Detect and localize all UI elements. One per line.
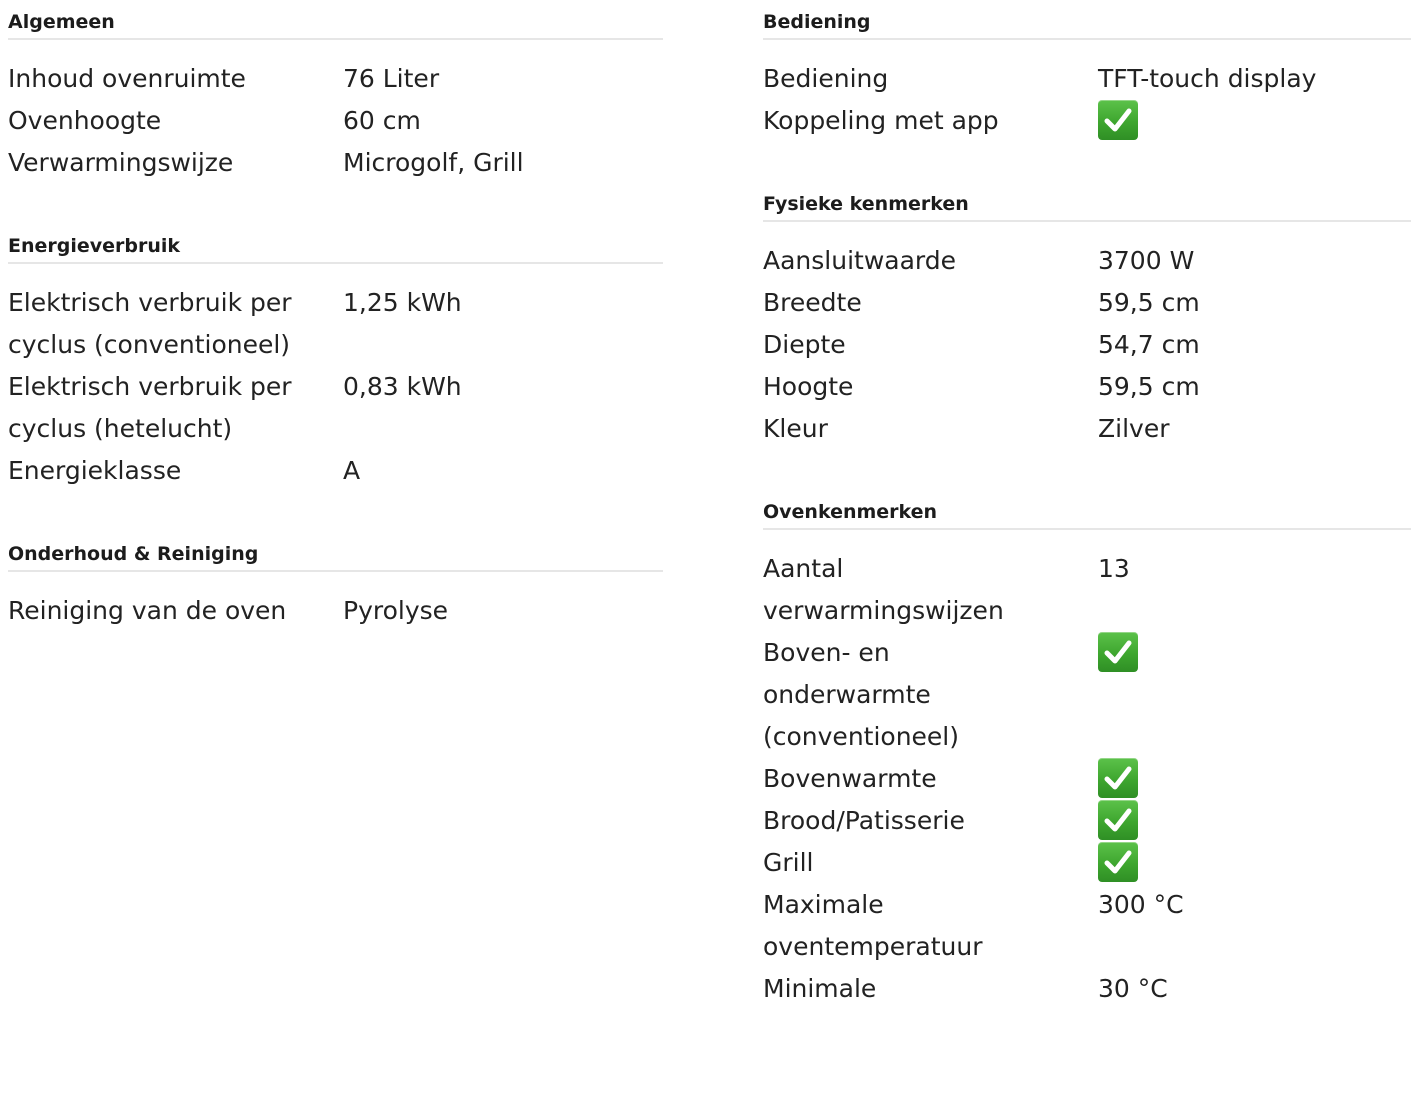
section-title: Algemeen <box>8 10 663 40</box>
spec-label: Diepte <box>763 330 846 359</box>
spec-label: Ovenhoogte <box>8 106 162 135</box>
spec-value <box>1098 800 1411 842</box>
spec-row: Elektrisch verbruik per cyclus (heteluch… <box>8 366 663 450</box>
spec-value: TFT-touch display <box>1098 64 1317 93</box>
spec-label: Verwarmingswijze <box>8 148 234 177</box>
spec-value: 76 Liter <box>343 64 440 93</box>
spec-label: Energieklasse <box>8 456 182 485</box>
spec-label: Grill <box>763 848 814 877</box>
spec-row: Energieklasse A <box>8 450 663 492</box>
spec-label: Inhoud ovenruimte <box>8 64 246 93</box>
spec-row: Verwarmingswijze Microgolf, Grill <box>8 142 663 184</box>
spec-value <box>1098 842 1411 884</box>
spec-value: Zilver <box>1098 414 1170 443</box>
spec-row: Brood/Patisserie <box>763 800 1411 842</box>
checkmark-icon <box>1098 100 1138 140</box>
spec-row: Bediening TFT-touch display <box>763 58 1411 100</box>
spec-row: Bovenwarmte <box>763 758 1411 800</box>
section-title: Onderhoud & Reiniging <box>8 542 663 572</box>
spec-row: Inhoud ovenruimte 76 Liter <box>8 58 663 100</box>
spec-value: 13 <box>1098 554 1130 583</box>
spec-row: Hoogte 59,5 cm <box>763 366 1411 408</box>
spec-label: Breedte <box>763 288 862 317</box>
spec-value: 59,5 cm <box>1098 372 1200 401</box>
section-title: Fysieke kenmerken <box>763 192 1411 222</box>
spec-label: Boven- en onderwarmte (conventioneel) <box>763 638 960 751</box>
spec-row: Ovenhoogte 60 cm <box>8 100 663 142</box>
spec-row: Elektrisch verbruik per cyclus (conventi… <box>8 282 663 366</box>
spec-label: Bovenwarmte <box>763 764 937 793</box>
spec-label: Koppeling met app <box>763 106 999 135</box>
section-title: Ovenkenmerken <box>763 500 1411 530</box>
section-fysieke-kenmerken: Fysieke kenmerken Aansluitwaarde 3700 W … <box>763 192 1411 450</box>
spec-row: Aantal verwarmingswijzen 13 <box>763 548 1411 632</box>
section-title: Energieverbruik <box>8 234 663 264</box>
spec-label: Aantal verwarmingswijzen <box>763 554 1004 625</box>
spec-value <box>1098 632 1411 758</box>
spec-row: Kleur Zilver <box>763 408 1411 450</box>
spec-value: 0,83 kWh <box>343 372 462 401</box>
spec-label: Hoogte <box>763 372 854 401</box>
section-title: Bediening <box>763 10 1411 40</box>
section-bediening: Bediening Bediening TFT-touch display Ko… <box>763 10 1411 142</box>
section-ovenkenmerken: Ovenkenmerken Aantal verwarmingswijzen 1… <box>763 500 1411 1010</box>
spec-value: 30 °C <box>1098 974 1168 1003</box>
spec-row: Grill <box>763 842 1411 884</box>
section-energieverbruik: Energieverbruik Elektrisch verbruik per … <box>8 234 663 492</box>
spec-label: Elektrisch verbruik per cyclus (heteluch… <box>8 372 292 443</box>
spec-label: Aansluitwaarde <box>763 246 957 275</box>
spec-value <box>1098 100 1411 142</box>
spec-value: 59,5 cm <box>1098 288 1200 317</box>
spec-value: Microgolf, Grill <box>343 148 524 177</box>
spec-value: A <box>343 456 361 485</box>
spec-value: 60 cm <box>343 106 421 135</box>
specs-column-left: Algemeen Inhoud ovenruimte 76 Liter Oven… <box>8 10 663 682</box>
spec-label: Bediening <box>763 64 889 93</box>
spec-label: Brood/Patisserie <box>763 806 965 835</box>
spec-value <box>1098 758 1411 800</box>
spec-row: Aansluitwaarde 3700 W <box>763 240 1411 282</box>
spec-row: Minimale 30 °C <box>763 968 1411 1010</box>
spec-label: Maximale oventemperatuur <box>763 890 983 961</box>
spec-row: Boven- en onderwarmte (conventioneel) <box>763 632 1411 758</box>
spec-value: 54,7 cm <box>1098 330 1200 359</box>
spec-value: Pyrolyse <box>343 596 449 625</box>
spec-value: 3700 W <box>1098 246 1195 275</box>
section-algemeen: Algemeen Inhoud ovenruimte 76 Liter Oven… <box>8 10 663 184</box>
spec-row: Koppeling met app <box>763 100 1411 142</box>
spec-row: Breedte 59,5 cm <box>763 282 1411 324</box>
spec-row: Diepte 54,7 cm <box>763 324 1411 366</box>
specs-column-right: Bediening Bediening TFT-touch display Ko… <box>763 10 1411 1060</box>
spec-label: Elektrisch verbruik per cyclus (conventi… <box>8 288 292 359</box>
spec-value: 300 °C <box>1098 890 1184 919</box>
spec-label: Kleur <box>763 414 828 443</box>
spec-row: Reiniging van de oven Pyrolyse <box>8 590 663 632</box>
spec-label: Reiniging van de oven <box>8 596 287 625</box>
checkmark-icon <box>1098 800 1138 840</box>
checkmark-icon <box>1098 842 1138 882</box>
checkmark-icon <box>1098 632 1138 672</box>
checkmark-icon <box>1098 758 1138 798</box>
section-onderhoud-reiniging: Onderhoud & Reiniging Reiniging van de o… <box>8 542 663 632</box>
spec-value: 1,25 kWh <box>343 288 462 317</box>
spec-row: Maximale oventemperatuur 300 °C <box>763 884 1411 968</box>
spec-label: Minimale <box>763 974 877 1003</box>
